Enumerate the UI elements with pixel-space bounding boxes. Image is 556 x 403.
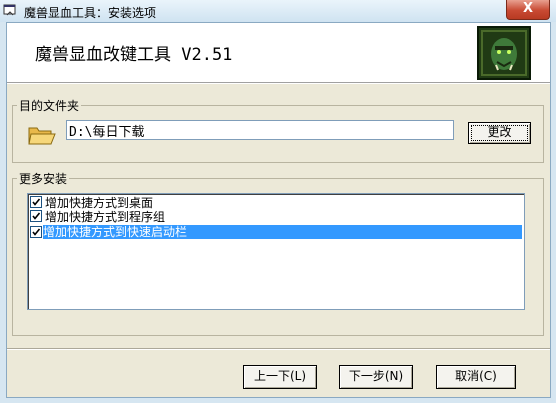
quick-launch-shortcut-checkbox[interactable] xyxy=(30,226,42,238)
destination-legend: 目的文件夹 xyxy=(19,99,80,113)
next-button[interactable]: 下一步(N) xyxy=(339,365,413,389)
program-group-shortcut-checkbox[interactable] xyxy=(30,210,42,222)
list-item-label: 增加快捷方式到桌面 xyxy=(45,196,154,210)
installer-window: 魔兽显血工具：安装选项 X 魔兽显血改键工具 V2.51 目的文件夹 D:\每日… xyxy=(0,0,556,403)
close-button[interactable]: X xyxy=(506,0,550,20)
folder-icon xyxy=(27,123,57,147)
dialog-client: 魔兽显血改键工具 V2.51 目的文件夹 D:\每日下载 更改 更多安装 增加快… xyxy=(6,22,551,398)
desktop-shortcut-checkbox[interactable] xyxy=(30,196,42,208)
list-item-label: 增加快捷方式到程序组 xyxy=(45,210,166,224)
destination-path-input[interactable] xyxy=(66,120,454,140)
list-item-program-group-shortcut[interactable]: 增加快捷方式到程序组 xyxy=(30,210,522,224)
header-divider-highlight xyxy=(7,83,550,84)
shortcut-options-list[interactable]: 增加快捷方式到桌面 增加快捷方式到程序组 增加快捷方式到快速启动栏 xyxy=(27,193,525,310)
cancel-button[interactable]: 取消(C) xyxy=(436,365,516,389)
footer-divider-highlight xyxy=(7,349,550,350)
list-item-label: 增加快捷方式到快速启动栏 xyxy=(43,225,188,239)
app-icon xyxy=(3,3,17,17)
header-title: 魔兽显血改键工具 V2.51 xyxy=(35,45,233,65)
list-item-quick-launch-shortcut[interactable]: 增加快捷方式到快速启动栏 xyxy=(30,225,522,239)
title-bar[interactable]: 魔兽显血工具：安装选项 X xyxy=(0,0,556,22)
more-install-legend: 更多安装 xyxy=(19,172,68,186)
list-item-desktop-shortcut[interactable]: 增加快捷方式到桌面 xyxy=(30,196,522,210)
back-button[interactable]: 上一下(L) xyxy=(243,365,317,389)
orc-logo-icon xyxy=(477,26,531,80)
change-folder-button[interactable]: 更改 xyxy=(468,122,531,144)
window-title: 魔兽显血工具：安装选项 xyxy=(24,6,157,20)
header-panel: 魔兽显血改键工具 V2.51 xyxy=(7,23,550,82)
